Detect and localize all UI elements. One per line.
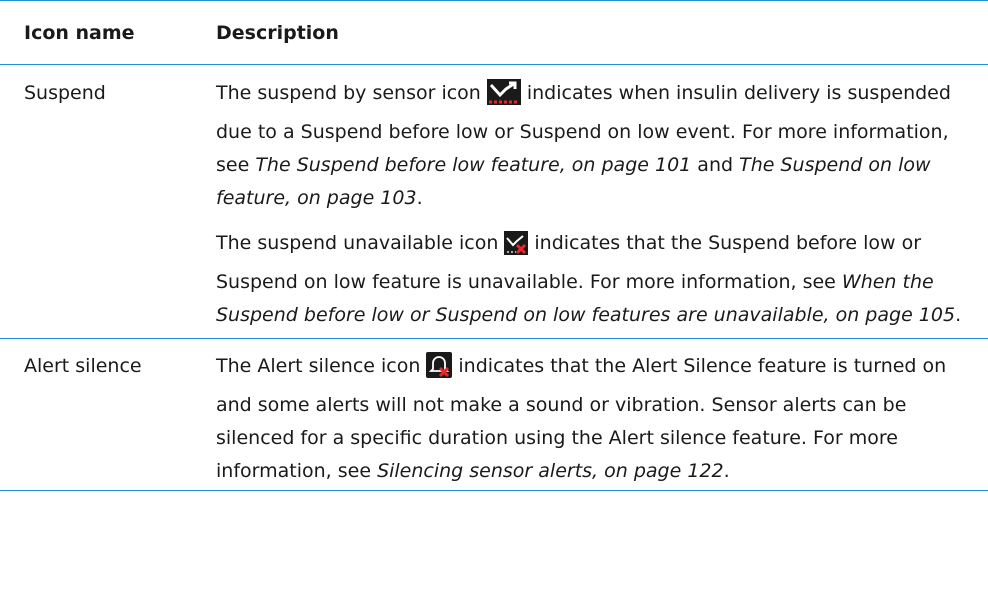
table-row: Alert silence The Alert silence icon indi… [0, 339, 988, 491]
row-name-suspend: Suspend [24, 82, 106, 104]
row-description-suspend: The suspend by sensor icon indicates when… [216, 65, 988, 339]
icon-table: Icon name Description Suspend The suspen… [0, 0, 988, 491]
header-icon-name: Icon name [24, 21, 135, 44]
alert-silence-icon [426, 352, 453, 389]
table-row: Suspend The suspend by sensor icon indica… [0, 65, 988, 339]
row-description-alert-silence: The Alert silence icon indicates that the… [216, 339, 988, 491]
header-description: Description [216, 21, 339, 44]
description-paragraph: The suspend unavailable icon indicates th… [216, 231, 962, 326]
description-paragraph: The suspend by sensor icon indicates when… [216, 77, 974, 215]
table-header-row: Icon name Description [0, 0, 988, 65]
row-name-alert-silence: Alert silence [24, 355, 142, 377]
description-paragraph: The Alert silence icon indicates that the… [216, 350, 974, 488]
suspend-by-sensor-icon [486, 79, 521, 116]
suspend-unavailable-icon [504, 231, 529, 266]
